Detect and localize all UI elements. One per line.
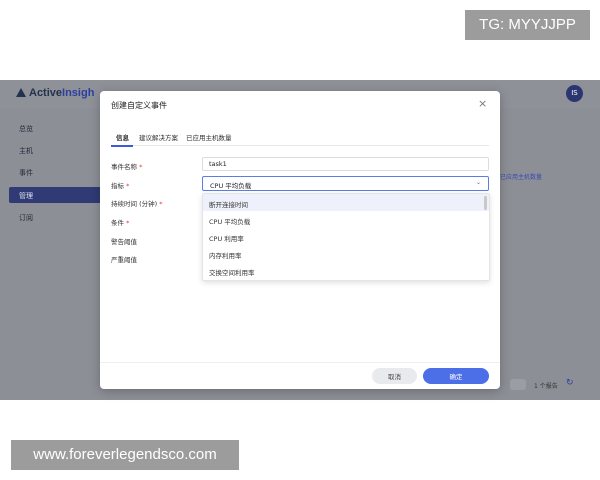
ok-button[interactable]: 确定 [423, 368, 489, 384]
create-event-modal: 创建自定义事件 × 信息 建议解决方案 已应用主机数量 事件名称 * task1… [100, 91, 500, 389]
tab-solutions[interactable]: 建议解决方案 [139, 132, 178, 142]
label-text: 指标 [111, 182, 124, 190]
bg-page-size-select[interactable] [510, 379, 526, 390]
sidebar-item-manage[interactable]: 管理 [9, 187, 101, 203]
dropdown-option[interactable]: CPU 利用率 [203, 228, 489, 245]
sidebar-item-events[interactable]: 事件 [19, 168, 33, 178]
modal-tabs: 信息 建议解决方案 已应用主机数量 [111, 130, 489, 147]
active-tab-indicator [111, 145, 133, 147]
sidebar-item-subscribe[interactable]: 订阅 [19, 213, 33, 223]
sidebar-item-hosts[interactable]: 主机 [19, 146, 33, 156]
close-icon[interactable]: × [478, 97, 487, 110]
modal-footer: 取消 确定 [100, 362, 500, 389]
metric-selected-value: CPU 平均负载 [210, 182, 252, 190]
cancel-button[interactable]: 取消 [372, 368, 417, 384]
critical-threshold-label: 严重阈值 [111, 256, 137, 264]
required-mark: * [159, 200, 163, 208]
condition-label: 条件 * [111, 217, 129, 227]
app-logo: ActiveInsigh [16, 87, 94, 99]
dropdown-option[interactable]: 交换空间利用率 [203, 262, 489, 279]
event-name-input[interactable]: task1 [202, 157, 489, 171]
dropdown-scrollbar[interactable] [484, 196, 487, 210]
bg-column-label: 已应用主机数量 [500, 174, 543, 181]
label-text: 事件名称 [111, 163, 137, 171]
watermark-bottom: www.foreverlegendsco.com [11, 440, 239, 470]
avatar[interactable]: IS [566, 85, 583, 102]
metric-select[interactable]: CPU 平均负载 ⌄ [202, 176, 489, 191]
required-mark: * [126, 182, 130, 190]
sidebar-item-label: 管理 [19, 192, 33, 200]
metric-dropdown: 断开连接时间 CPU 平均负载 CPU 利用率 内存利用率 交换空间利用率 [202, 193, 490, 281]
required-mark: * [126, 219, 130, 227]
required-mark: * [139, 163, 143, 171]
logo-icon [16, 88, 26, 97]
logo-text-highlight: Insigh [62, 87, 95, 99]
warning-threshold-label: 警告阈值 [111, 238, 137, 246]
bg-pager-text: 1 个报告 [534, 383, 558, 390]
event-name-label: 事件名称 * [111, 161, 142, 171]
tab-applied-hosts[interactable]: 已应用主机数量 [186, 132, 232, 142]
refresh-icon[interactable]: ↻ [566, 378, 574, 388]
duration-label: 持续时间 (分钟) * [111, 198, 162, 208]
dropdown-option[interactable]: 断开连接时间 [203, 194, 489, 211]
watermark-top: TG: MYYJJPP [465, 10, 590, 40]
label-text: 条件 [111, 219, 124, 227]
logo-text: Active [29, 87, 63, 99]
metric-label: 指标 * [111, 180, 129, 190]
tab-info[interactable]: 信息 [116, 132, 129, 142]
dropdown-option[interactable]: CPU 平均负载 [203, 211, 489, 228]
chevron-down-icon: ⌄ [475, 179, 481, 186]
sidebar-item-overview[interactable]: 总览 [19, 124, 33, 134]
dropdown-option[interactable]: 内存利用率 [203, 245, 489, 262]
modal-title: 创建自定义事件 [111, 101, 167, 110]
label-text: 持续时间 (分钟) [111, 200, 158, 208]
